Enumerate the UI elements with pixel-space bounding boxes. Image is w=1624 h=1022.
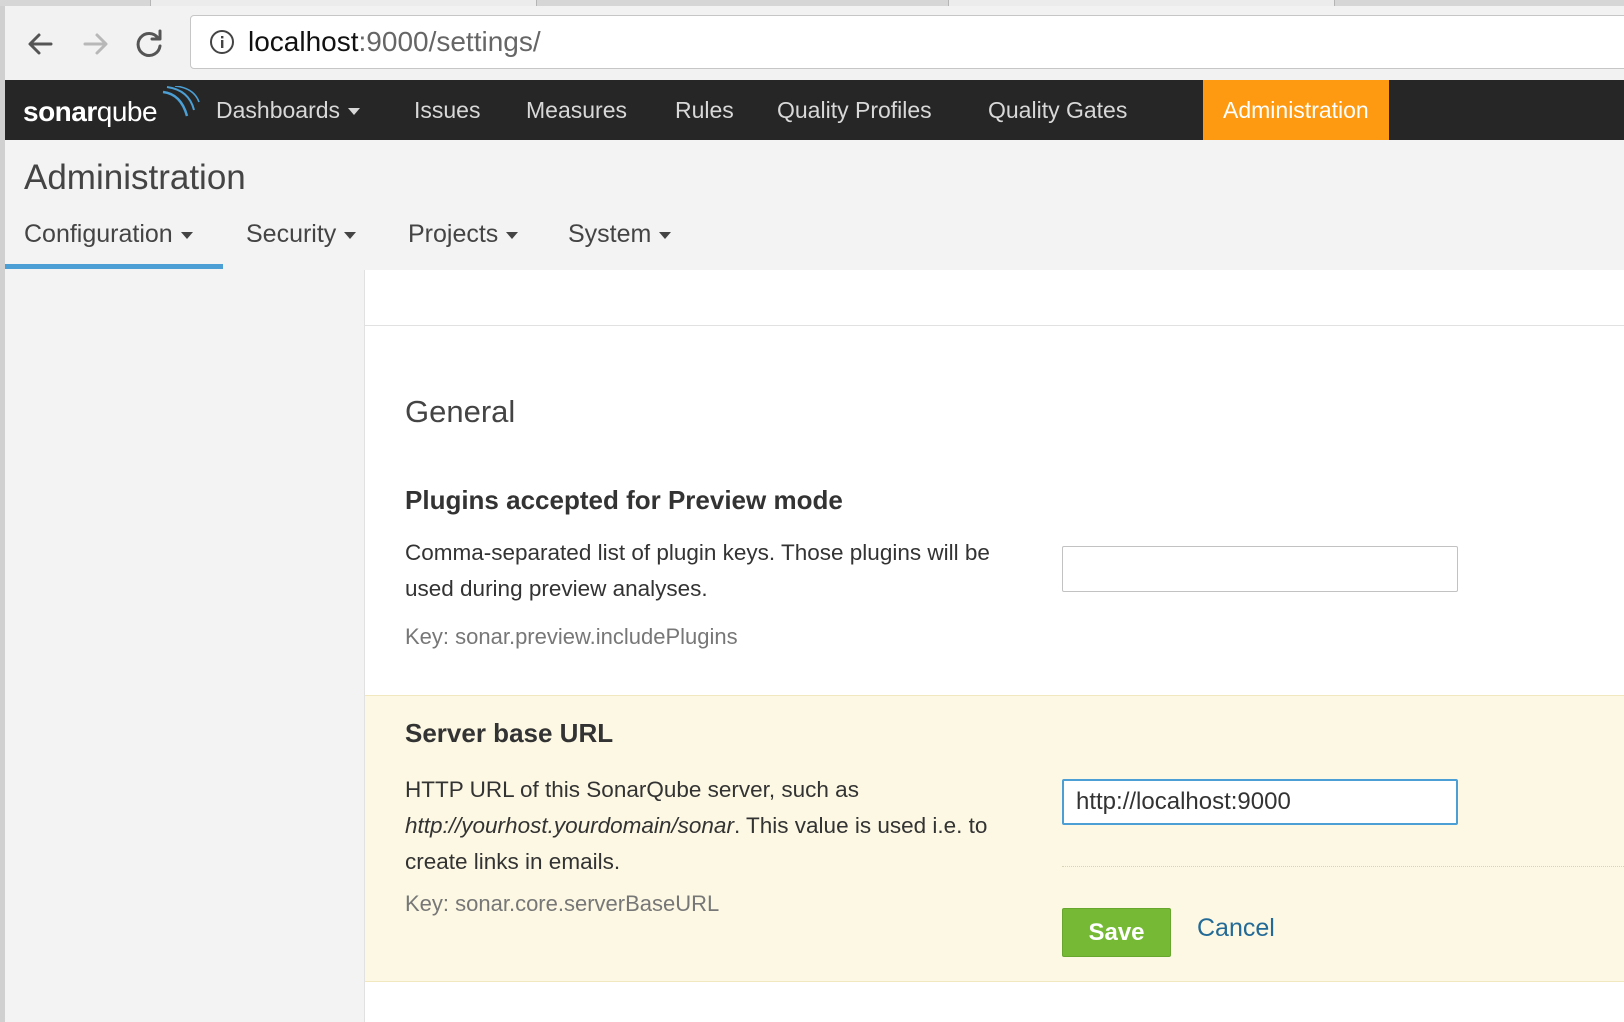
nav-issues[interactable]: Issues xyxy=(414,80,480,140)
save-button[interactable]: Save xyxy=(1062,908,1171,957)
reload-icon xyxy=(136,29,162,57)
nav-administration-label: Administration xyxy=(1223,97,1369,123)
setting-description: HTTP URL of this SonarQube server, such … xyxy=(405,772,1015,880)
url-host: localhost xyxy=(248,26,359,57)
description-example-url: http://yourhost.yourdomain/sonar xyxy=(405,813,734,838)
reload-button[interactable] xyxy=(131,26,167,62)
tab-security[interactable]: Security xyxy=(246,220,357,249)
tab-system[interactable]: System xyxy=(568,220,672,249)
caret-down-icon xyxy=(659,231,672,239)
tab-configuration-label: Configuration xyxy=(24,220,173,248)
nav-dashboards-label: Dashboards xyxy=(216,97,341,123)
caret-down-icon xyxy=(180,231,193,239)
description-text: HTTP URL of this SonarQube server, such … xyxy=(405,777,859,802)
logo-text-bold: sonar xyxy=(23,96,97,127)
info-icon[interactable] xyxy=(209,29,235,55)
cancel-link[interactable]: Cancel xyxy=(1197,914,1275,943)
logo-text-light: qube xyxy=(96,96,158,127)
setting-key: Key: sonar.preview.includePlugins xyxy=(405,624,738,649)
page-title: Administration xyxy=(24,158,246,197)
nav-measures-label: Measures xyxy=(526,97,627,123)
nav-quality-gates-label: Quality Gates xyxy=(988,97,1128,123)
nav-quality-profiles[interactable]: Quality Profiles xyxy=(777,80,932,140)
address-bar[interactable]: localhost:9000/settings/ xyxy=(190,15,1624,69)
url-path: :9000/settings/ xyxy=(358,26,541,57)
setting-title: Server base URL xyxy=(405,718,614,748)
caret-down-icon xyxy=(348,108,361,116)
browser-toolbar: localhost:9000/settings/ xyxy=(5,6,1624,80)
plugins-preview-input[interactable] xyxy=(1062,546,1458,592)
caret-down-icon xyxy=(344,231,357,239)
nav-rules[interactable]: Rules xyxy=(675,80,734,140)
sonar-waves-icon xyxy=(162,86,200,117)
settings-sidebar xyxy=(5,270,365,1022)
caret-down-icon xyxy=(506,231,519,239)
settings-content: General Plugins accepted for Preview mod… xyxy=(365,270,1624,1022)
top-navbar: sonarqube Dashboards Issues Measures Rul… xyxy=(5,80,1624,140)
forward-button[interactable] xyxy=(77,26,113,62)
setting-title: Plugins accepted for Preview mode xyxy=(405,485,843,515)
nav-rules-label: Rules xyxy=(675,97,734,123)
tab-projects-label: Projects xyxy=(408,220,499,248)
nav-measures[interactable]: Measures xyxy=(526,80,627,140)
tab-security-label: Security xyxy=(246,220,337,248)
content-top-band xyxy=(365,270,1624,326)
back-button[interactable] xyxy=(23,26,59,62)
server-base-url-setting: Server base URL HTTP URL of this SonarQu… xyxy=(365,695,1624,982)
active-tab-indicator xyxy=(5,264,223,269)
forward-arrow-icon xyxy=(83,33,108,55)
nav-quality-gates[interactable]: Quality Gates xyxy=(988,80,1127,140)
divider xyxy=(1062,866,1624,867)
tab-projects[interactable]: Projects xyxy=(408,220,519,249)
nav-dashboards[interactable]: Dashboards xyxy=(216,80,361,140)
setting-description: Comma-separated list of plugin keys. Tho… xyxy=(405,540,990,601)
section-title: General xyxy=(405,394,516,429)
tab-system-label: System xyxy=(568,220,652,248)
nav-issues-label: Issues xyxy=(414,97,481,123)
nav-quality-profiles-label: Quality Profiles xyxy=(777,97,932,123)
url-text[interactable]: localhost:9000/settings/ xyxy=(248,25,541,59)
server-base-url-input[interactable] xyxy=(1062,779,1458,825)
nav-administration[interactable]: Administration xyxy=(1203,80,1389,140)
setting-key: Key: sonar.core.serverBaseURL xyxy=(405,891,720,916)
back-arrow-icon xyxy=(28,33,53,55)
page-header: Administration Configuration Security Pr… xyxy=(5,140,1624,271)
tab-configuration[interactable]: Configuration xyxy=(24,220,193,249)
